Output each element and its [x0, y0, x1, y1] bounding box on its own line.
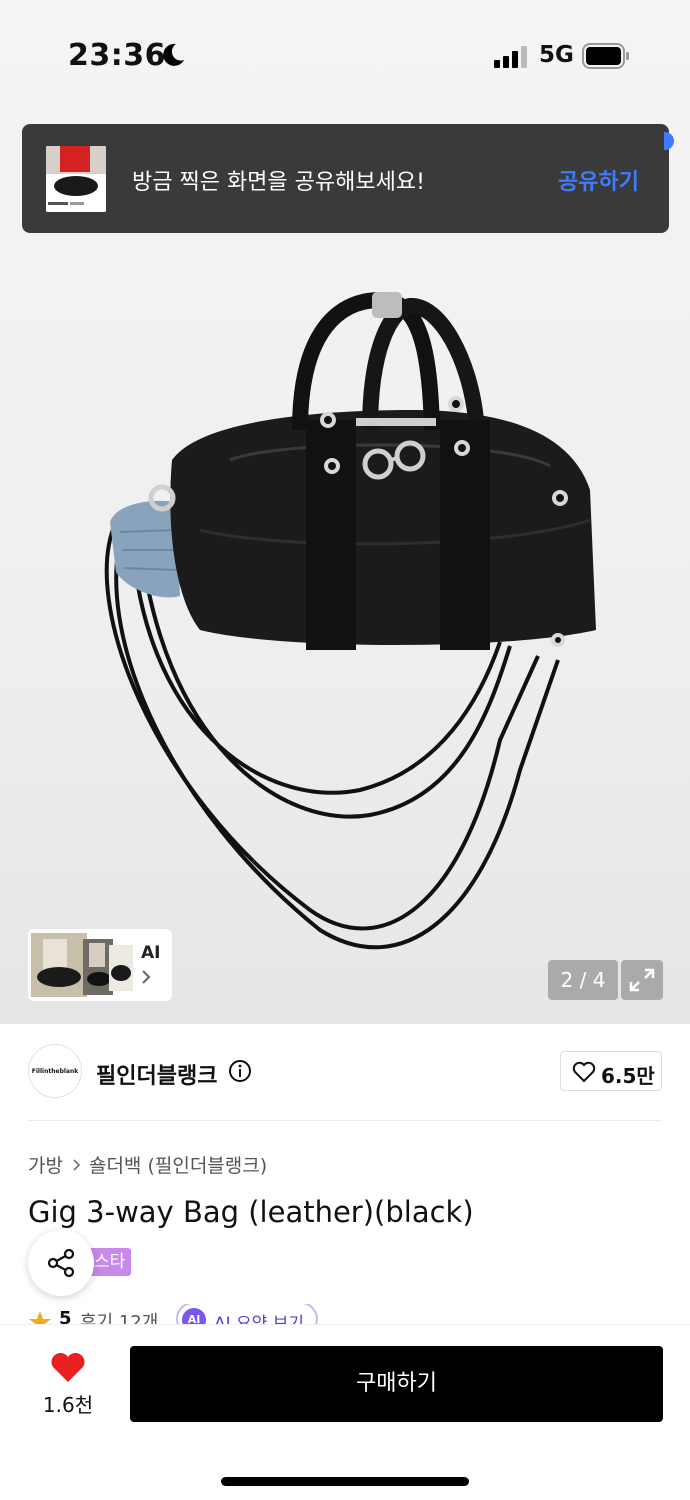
share-now-button[interactable]: 공유하기 [558, 164, 639, 196]
divider [28, 1120, 662, 1121]
expand-icon [629, 968, 655, 992]
status-bar: 23:36 5G [0, 0, 690, 110]
edge-indicator [664, 132, 674, 150]
expand-button[interactable] [621, 960, 663, 1000]
wish-count: 1.6천 [42, 1393, 94, 1417]
heart-filled-icon[interactable] [50, 1351, 86, 1383]
image-counter: 2 / 4 [548, 960, 618, 1000]
style-photo-thumbnails [31, 933, 133, 997]
breadcrumb-subcategory[interactable]: 숄더백 (필인더블랭크) [89, 1155, 267, 1177]
brand-logo[interactable]: Fillintheblank [28, 1044, 82, 1098]
signal-icon [494, 46, 527, 68]
ai-label: AI [141, 943, 161, 963]
product-image-gallery[interactable]: 23:36 5G 방금 찍은 화면을 공유해보세요! 공유하기 AI 2 / 4 [0, 0, 690, 1024]
info-icon[interactable] [228, 1059, 252, 1083]
share-toast: 방금 찍은 화면을 공유해보세요! 공유하기 [22, 124, 669, 233]
brand-name[interactable]: 필인더블랭크 [96, 1058, 217, 1090]
product-title: Gig 3-way Bag (leather)(black) [28, 1195, 474, 1229]
moon-icon [163, 43, 184, 66]
heart-outline-icon [572, 1061, 596, 1083]
share-button[interactable] [28, 1230, 94, 1296]
toast-message: 방금 찍은 화면을 공유해보세요! [132, 170, 425, 195]
rating-row: 5 후기 12개 AI AI 요약 보기 [28, 1304, 428, 1326]
chevron-right-icon [142, 970, 151, 984]
product-tag: 스타 [88, 1248, 132, 1276]
ai-summary-button[interactable]: AI AI 요약 보기 [176, 1304, 318, 1326]
breadcrumb-category[interactable]: 가방 [28, 1155, 63, 1177]
product-photo [104, 291, 596, 950]
buy-button[interactable]: 구매하기 [130, 1346, 663, 1422]
chevron-right-icon [73, 1159, 81, 1171]
brand-like-count: 6.5만 [601, 1064, 655, 1088]
battery-icon [582, 43, 629, 69]
brand-like-button[interactable]: 6.5만 [560, 1051, 662, 1091]
ai-style-thumbnails[interactable]: AI [28, 929, 172, 1001]
breadcrumb: 가방 숄더백 (필인더블랭크) [28, 1151, 267, 1178]
share-icon [47, 1248, 75, 1278]
status-time: 23:36 [68, 38, 166, 73]
bottom-action-bar: 1.6천 구매하기 [0, 1324, 690, 1500]
network-type: 5G [539, 42, 574, 68]
screenshot-thumbnail[interactable] [46, 146, 106, 212]
home-indicator [221, 1477, 469, 1486]
